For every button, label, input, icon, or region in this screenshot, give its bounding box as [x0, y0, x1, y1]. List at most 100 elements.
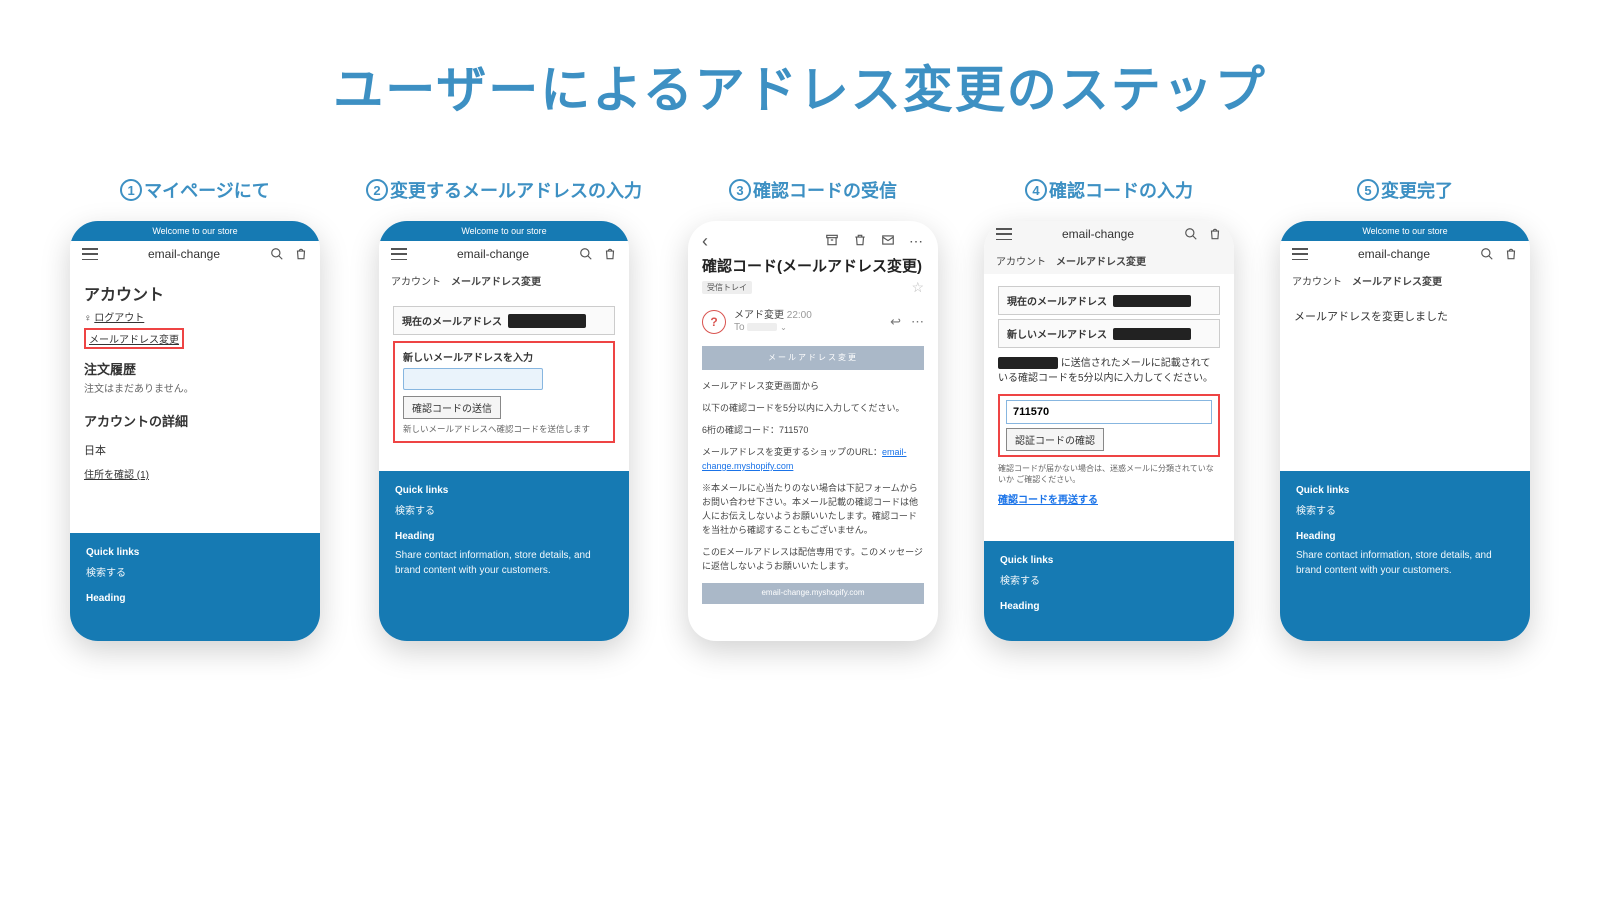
step-4-text: 確認コードの入力 — [1049, 177, 1193, 203]
user-icon: ♀ — [84, 313, 92, 324]
redacted-email — [998, 357, 1058, 369]
footer-search[interactable]: 検索する — [395, 504, 613, 519]
phone-1: Welcome to our store email-change アカウント … — [70, 221, 320, 641]
step-4-label: 4 確認コードの入力 — [1025, 177, 1193, 203]
search-icon[interactable] — [270, 247, 284, 261]
code-box: 認証コードの確認 — [998, 394, 1220, 457]
verify-code-button[interactable]: 認証コードの確認 — [1006, 428, 1104, 451]
footer-search[interactable]: 検索する — [86, 566, 304, 581]
current-email-field: 現在のメールアドレス — [393, 306, 615, 335]
steps-row: 1 マイページにて Welcome to our store email-cha… — [60, 177, 1540, 641]
footer-heading: Heading — [86, 593, 304, 604]
mail-head: メールアドレス変更 — [702, 346, 924, 370]
footer-heading: Heading — [1296, 531, 1514, 542]
step-2-label: 2 変更するメールアドレスの入力 — [366, 177, 642, 203]
footer-quick-links: Quick links — [1000, 555, 1218, 566]
brand: email-change — [1062, 227, 1134, 241]
footer-heading: Heading — [395, 531, 613, 542]
banner: Welcome to our store — [379, 221, 629, 241]
brand: email-change — [1358, 247, 1430, 261]
search-icon[interactable] — [1184, 227, 1198, 241]
code-tiny: 確認コードが届かない場合は、迷惑メールに分類されていないか ご確認ください。 — [998, 463, 1220, 485]
crumb-account[interactable]: アカウント — [996, 257, 1046, 268]
sender-name: メアド変更 — [734, 310, 784, 321]
footer-quick-links: Quick links — [395, 485, 613, 496]
to-label: To — [734, 322, 745, 333]
step-4-num: 4 — [1025, 179, 1047, 201]
hamburger-icon[interactable] — [996, 228, 1012, 240]
bag-icon[interactable] — [1504, 247, 1518, 261]
mail-line-1: メールアドレス変更画面から — [702, 380, 924, 394]
mail-line-2: 以下の確認コードを5分以内に入力してください。 — [702, 402, 924, 416]
phone-3: ‹ ⋯ 確認コード(メールアドレス変更) 受信トレイ ☆ ? — [688, 221, 938, 641]
new-email-box: 新しいメールアドレスを入力 確認コードの送信 新しいメールアドレスへ確認コードを… — [393, 341, 615, 443]
more-icon[interactable]: ⋯ — [911, 314, 924, 330]
crumb-account[interactable]: アカウント — [1292, 277, 1342, 288]
bag-icon[interactable] — [1208, 227, 1222, 241]
step-5-text: 変更完了 — [1381, 177, 1453, 203]
send-code-hint: 新しいメールアドレスへ確認コードを送信します — [403, 423, 605, 435]
footer-search[interactable]: 検索する — [1000, 574, 1218, 589]
inbox-chip: 受信トレイ — [702, 281, 752, 294]
redacted-email — [1113, 328, 1191, 340]
trash-icon[interactable] — [853, 233, 867, 250]
banner: Welcome to our store — [70, 221, 320, 241]
mail-foot: email-change.myshopify.com — [702, 583, 924, 603]
brand: email-change — [148, 247, 220, 261]
star-icon[interactable]: ☆ — [911, 279, 924, 296]
resend-link[interactable]: 確認コードを再送する — [998, 495, 1098, 506]
mail-subject: 確認コード(メールアドレス変更) — [688, 254, 938, 277]
sender-time: 22:00 — [787, 310, 812, 321]
reply-icon[interactable]: ↩ — [890, 314, 901, 330]
back-icon[interactable]: ‹ — [702, 231, 708, 252]
hamburger-icon[interactable] — [82, 248, 98, 260]
search-icon[interactable] — [1480, 247, 1494, 261]
country: 日本 — [84, 442, 306, 458]
archive-icon[interactable] — [825, 233, 839, 250]
footer-quick-links: Quick links — [1296, 485, 1514, 496]
code-instructions: に送信されたメールに記載されている確認コードを5分以内に入力してください。 — [998, 356, 1220, 386]
phone-5: Welcome to our store email-change アカウントメ… — [1280, 221, 1530, 641]
step-3-label: 3 確認コードの受信 — [729, 177, 897, 203]
redacted-to — [747, 323, 777, 331]
new-email-label: 新しいメールアドレスを入力 — [403, 349, 605, 364]
step-1-label: 1 マイページにて — [120, 177, 270, 203]
current-email-field: 現在のメールアドレス — [998, 286, 1220, 315]
send-code-button[interactable]: 確認コードの送信 — [403, 396, 501, 419]
page-title: ユーザーによるアドレス変更のステップ — [60, 50, 1540, 122]
logout-link[interactable]: ログアウト — [94, 313, 144, 324]
phone-2: Welcome to our store email-change アカウントメ… — [379, 221, 629, 641]
more-icon[interactable]: ⋯ — [909, 233, 924, 250]
search-icon[interactable] — [579, 247, 593, 261]
redacted-email — [1113, 295, 1191, 307]
address-link[interactable]: 住所を確認 (1) — [84, 466, 306, 481]
footer-text: Share contact information, store details… — [1296, 548, 1514, 578]
mail-line-3: 6桁の確認コード：711570 — [702, 424, 924, 438]
step-5-label: 5 変更完了 — [1357, 177, 1453, 203]
mail-line-4a: メールアドレスを変更するショップのURL： — [702, 447, 882, 457]
mail-line-6: このEメールアドレスは配信専用です。このメッセージに返信しないようお願いいたしま… — [702, 546, 924, 574]
crumb-change: メールアドレス変更 — [1056, 257, 1146, 268]
bag-icon[interactable] — [294, 247, 308, 261]
footer-search[interactable]: 検索する — [1296, 504, 1514, 519]
orders-empty: 注文はまだありません。 — [84, 380, 306, 395]
banner: Welcome to our store — [1280, 221, 1530, 241]
hamburger-icon[interactable] — [391, 248, 407, 260]
account-heading: アカウント — [84, 281, 306, 305]
crumb-account[interactable]: アカウント — [391, 277, 441, 288]
crumb-change: メールアドレス変更 — [1352, 277, 1442, 288]
hamburger-icon[interactable] — [1292, 248, 1308, 260]
avatar: ? — [702, 310, 726, 334]
crumb-change: メールアドレス変更 — [451, 277, 541, 288]
email-change-link[interactable]: メールアドレス変更 — [84, 328, 184, 349]
orders-heading: 注文履歴 — [84, 359, 306, 378]
phone-4: email-change アカウントメールアドレス変更 現在のメールアドレス 新… — [984, 221, 1234, 641]
code-input[interactable] — [1006, 400, 1212, 424]
redacted-email — [508, 314, 586, 328]
done-message: メールアドレスを変更しました — [1294, 308, 1516, 324]
mail-line-5: ※本メールに心当たりのない場合は下記フォームからお問い合わせ下さい。本メール記載… — [702, 482, 924, 538]
new-email-input[interactable] — [403, 368, 543, 390]
mail-icon[interactable] — [881, 233, 895, 250]
footer-text: Share contact information, store details… — [395, 548, 613, 578]
bag-icon[interactable] — [603, 247, 617, 261]
